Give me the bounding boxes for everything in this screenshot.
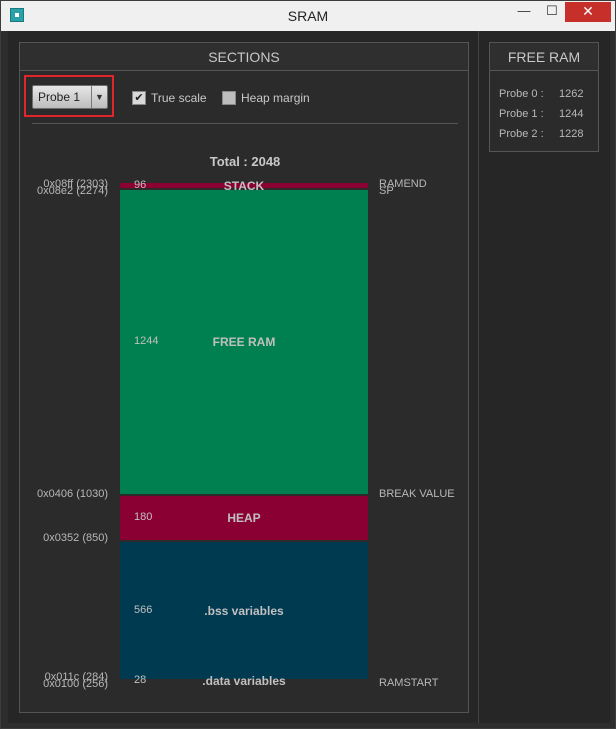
segment-bss[interactable]: 566 .bss variables (120, 542, 368, 679)
free-ram-probe-value: 1244 (559, 108, 584, 120)
marker-break-value: BREAK VALUE (379, 488, 455, 500)
free-ram-probe-label: Probe 0 : (499, 88, 544, 100)
free-ram-probe-value: 1262 (559, 88, 584, 100)
true-scale-label[interactable]: True scale (151, 90, 207, 106)
total-label: Total : 2048 (209, 154, 281, 169)
address-label: 0x0352 (850) (43, 532, 108, 544)
memory-bar: 96 STACK 1244 FREE RAM 180 HEAP 566 .bss… (120, 179, 368, 688)
sections-separator (32, 123, 458, 124)
segment-stack[interactable]: 96 STACK (120, 179, 368, 193)
true-scale-checkbox[interactable]: ✔ (132, 91, 146, 105)
address-label: 0x0100 (256) (43, 678, 108, 690)
segment-free-ram[interactable]: 1244 FREE RAM (120, 190, 368, 494)
probe-select-value: Probe 1 (38, 90, 81, 104)
close-button[interactable]: ✕ (565, 2, 611, 22)
maximize-button[interactable]: ☐ (539, 2, 565, 22)
marker-sp: SP (379, 185, 394, 197)
free-ram-probe-label: Probe 2 : (499, 128, 544, 140)
minimize-button[interactable]: — (511, 2, 537, 22)
free-ram-header: FREE RAM (490, 43, 598, 71)
segment-name: FREE RAM (212, 335, 276, 349)
marker-ramstart: RAMSTART (379, 677, 439, 689)
sections-header: SECTIONS (20, 43, 468, 71)
address-label: 0x08e2 (2274) (37, 185, 108, 197)
sections-panel: SECTIONS Probe 1 ▼ ✔ True scale Heap mar… (19, 42, 469, 713)
title-bar[interactable]: SRAM — ☐ ✕ (1, 1, 615, 31)
panel-divider (478, 31, 479, 723)
probe-select[interactable]: Probe 1 ▼ (32, 85, 108, 109)
segment-name: .bss variables (204, 604, 284, 618)
free-ram-probe-value: 1228 (559, 128, 584, 140)
free-ram-probe-label: Probe 1 : (499, 108, 544, 120)
sram-window: SRAM — ☐ ✕ SECTIONS Probe 1 ▼ ✔ True sca… (0, 0, 616, 729)
heap-margin-checkbox[interactable] (222, 91, 236, 105)
segment-name: HEAP (227, 511, 261, 525)
client-area: SECTIONS Probe 1 ▼ ✔ True scale Heap mar… (8, 31, 610, 723)
segment-name: .data variables (202, 674, 286, 688)
segment-heap[interactable]: 180 HEAP (120, 496, 368, 540)
chevron-down-icon[interactable]: ▼ (91, 86, 107, 108)
address-label: 0x0406 (1030) (37, 488, 108, 500)
heap-margin-label[interactable]: Heap margin (241, 90, 310, 106)
free-ram-panel: FREE RAM Probe 0 : 1262 Probe 1 : 1244 P… (489, 42, 599, 152)
